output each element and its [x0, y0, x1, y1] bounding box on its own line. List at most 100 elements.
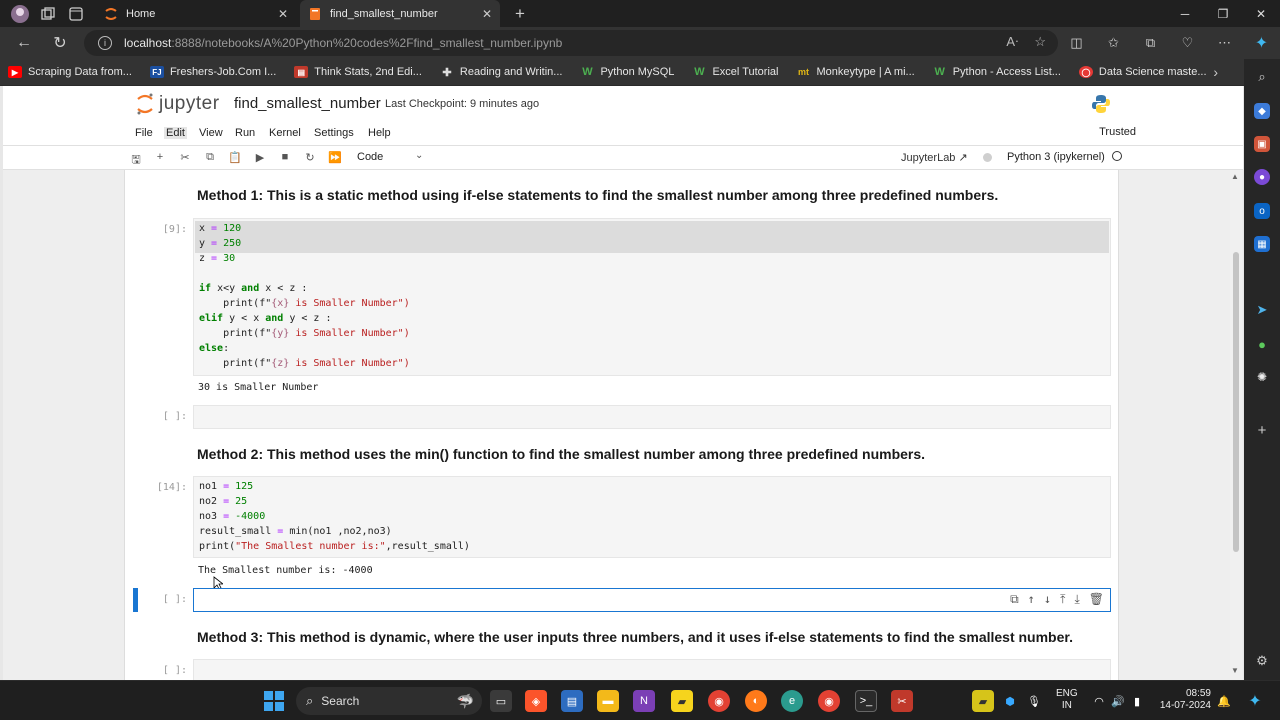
insert-below-icon[interactable]: ⤓	[1074, 592, 1079, 607]
profile-avatar[interactable]	[6, 0, 34, 27]
bookmark-think-stats[interactable]: ▤ Think Stats, 2nd Edi...	[294, 66, 422, 78]
run-all-icon[interactable]: ⏩	[327, 151, 343, 164]
tools-icon[interactable]: ▣	[1254, 136, 1270, 152]
more-menu-icon[interactable]: ⋯	[1206, 35, 1243, 51]
chrome-icon[interactable]: ◉	[708, 690, 730, 712]
code-cell-5[interactable]	[193, 659, 1111, 680]
menu-help[interactable]: Help	[368, 127, 391, 139]
tab-find-smallest-number[interactable]: find_smallest_number ✕	[300, 0, 500, 27]
games-icon[interactable]: ●	[1254, 169, 1270, 185]
duplicate-cell-icon[interactable]: ⧉	[1010, 592, 1019, 607]
task-view-icon[interactable]: ▭	[490, 690, 512, 712]
photos-icon[interactable]: ▤	[561, 690, 583, 712]
page-scrollbar[interactable]: ▲ ▼	[1230, 170, 1242, 680]
chevron-down-icon[interactable]: ⌄	[415, 150, 423, 161]
browser-essentials-icon[interactable]: ♡	[1169, 35, 1206, 51]
move-down-icon[interactable]: ↓	[1044, 592, 1051, 607]
tab-actions-icon[interactable]	[62, 0, 90, 27]
close-window-icon[interactable]: ✕	[1242, 0, 1280, 27]
sticky-notes-icon[interactable]: ▰	[671, 690, 693, 712]
language-indicator[interactable]: ENG IN	[1056, 688, 1078, 712]
bookmark-python-access-list[interactable]: W Python - Access List...	[933, 66, 1061, 78]
menu-settings[interactable]: Settings	[314, 127, 354, 139]
cell-type-select[interactable]: Code	[357, 151, 383, 163]
menu-view[interactable]: View	[199, 127, 223, 139]
trusted-badge[interactable]: Trusted	[1099, 126, 1136, 138]
restart-icon[interactable]: ↻	[302, 151, 318, 164]
outlook-icon[interactable]: o	[1254, 203, 1270, 219]
chatgpt-icon[interactable]: ✺	[1254, 369, 1270, 385]
code-cell-3[interactable]: no1 = 125 no2 = 25 no3 = -4000 result_sm…	[193, 476, 1111, 558]
move-up-icon[interactable]: ↑	[1028, 592, 1035, 607]
snipping-tool-icon[interactable]: ✂	[891, 690, 913, 712]
tag-icon[interactable]: ◆	[1254, 103, 1270, 119]
url-field[interactable]: i localhost:8888/notebooks/A%20Python%20…	[84, 30, 1058, 56]
edge-icon[interactable]: e	[781, 690, 803, 712]
search-icon[interactable]: ⌕	[1254, 69, 1270, 85]
menu-run[interactable]: Run	[235, 127, 255, 139]
tray-app-icon[interactable]: ▰	[972, 690, 994, 712]
bookmark-monkeytype[interactable]: mt Monkeytype | A mi...	[796, 66, 915, 78]
new-tab-button[interactable]: +	[506, 0, 534, 27]
stop-icon[interactable]: ■	[277, 151, 293, 163]
back-icon[interactable]: ←	[6, 27, 42, 59]
insert-cell-icon[interactable]: +	[152, 151, 168, 163]
paste-icon[interactable]: 📋	[227, 151, 243, 164]
scroll-up-icon[interactable]: ▲	[1231, 172, 1239, 181]
maximize-icon[interactable]: ❐	[1204, 0, 1242, 27]
close-tab-icon[interactable]: ✕	[482, 7, 492, 21]
mic-icon[interactable]: 🎙	[1023, 690, 1045, 712]
add-sidebar-app-icon[interactable]: +	[1254, 422, 1270, 439]
favorite-star-icon[interactable]: ☆	[1034, 34, 1046, 50]
jupyterlab-link[interactable]: JupyterLab ↗	[901, 151, 968, 164]
kernel-name[interactable]: Python 3 (ipykernel)	[1007, 151, 1122, 163]
firefox-icon[interactable]: ◐	[745, 690, 767, 712]
save-icon[interactable]: 🖫	[128, 151, 144, 170]
windows-start-icon[interactable]	[263, 690, 285, 712]
code-cell-1[interactable]: x = 120 y = 250 z = 30 if x<y and x < z …	[193, 218, 1111, 376]
scroll-down-icon[interactable]: ▼	[1231, 666, 1239, 675]
bookmark-data-science[interactable]: ◯ Data Science maste...	[1078, 66, 1207, 78]
office-icon[interactable]: ▦	[1254, 236, 1270, 252]
battery-icon[interactable]: ▮	[1126, 690, 1148, 712]
bookmark-scraping-data[interactable]: ▶ Scraping Data from...	[8, 66, 132, 78]
taskbar-search[interactable]: ⌕ Search 🦈	[296, 687, 482, 715]
clock[interactable]: 08:59 14-07-2024	[1155, 688, 1211, 712]
location-icon[interactable]: ●	[1254, 336, 1270, 352]
jupyter-logo[interactable]: jupyter	[135, 92, 220, 116]
menu-file[interactable]: File	[135, 127, 153, 139]
code-cell-2[interactable]	[193, 405, 1111, 429]
menu-kernel[interactable]: Kernel	[269, 127, 301, 139]
sidebar-settings-icon[interactable]: ⚙	[1254, 653, 1270, 669]
file-explorer-icon[interactable]: ▬	[597, 690, 619, 712]
code-cell-4-active[interactable]: ⧉ ↑ ↓ ⤒ ⤓ 🗑	[193, 588, 1111, 612]
copy-icon[interactable]: ⧉	[202, 151, 218, 164]
notification-bell-icon[interactable]: 🔔	[1213, 690, 1235, 712]
bookmark-freshers-job[interactable]: FJ Freshers-Job.Com I...	[149, 66, 276, 78]
bookmark-reading-writing[interactable]: ✚ Reading and Writin...	[440, 66, 562, 79]
scrollbar-thumb[interactable]	[1233, 252, 1239, 552]
run-icon[interactable]: ▶	[252, 151, 268, 164]
copilot-taskbar-icon[interactable]: ✦	[1244, 690, 1266, 712]
collections-icon[interactable]: ⧉	[1132, 35, 1169, 51]
close-tab-icon[interactable]: ✕	[278, 7, 288, 21]
cut-icon[interactable]: ✂	[177, 151, 193, 164]
tab-home[interactable]: Home ✕	[96, 0, 296, 27]
notebook-name[interactable]: find_smallest_number	[234, 95, 381, 112]
split-screen-icon[interactable]: ◫	[1058, 35, 1095, 51]
delete-cell-icon[interactable]: 🗑	[1089, 592, 1104, 607]
insert-above-icon[interactable]: ⤒	[1060, 592, 1065, 607]
bookmark-python-mysql[interactable]: W Python MySQL	[580, 66, 674, 78]
more-bookmarks-icon[interactable]: ›	[1213, 64, 1218, 80]
info-icon[interactable]: i	[98, 36, 112, 50]
defender-icon[interactable]: ⬢	[999, 690, 1021, 712]
workspaces-icon[interactable]	[34, 0, 62, 27]
favorites-icon[interactable]: ✩	[1095, 35, 1132, 51]
minimize-icon[interactable]: ─	[1166, 0, 1204, 27]
chrome-profile-icon[interactable]: ◉	[818, 690, 840, 712]
read-aloud-icon[interactable]: Aᐧ	[1006, 34, 1018, 50]
copilot-icon[interactable]: ✦	[1243, 33, 1280, 53]
brave-icon[interactable]: ◈	[525, 690, 547, 712]
refresh-icon[interactable]: ↻	[42, 27, 78, 59]
bookmark-excel-tutorial[interactable]: W Excel Tutorial	[692, 66, 778, 78]
